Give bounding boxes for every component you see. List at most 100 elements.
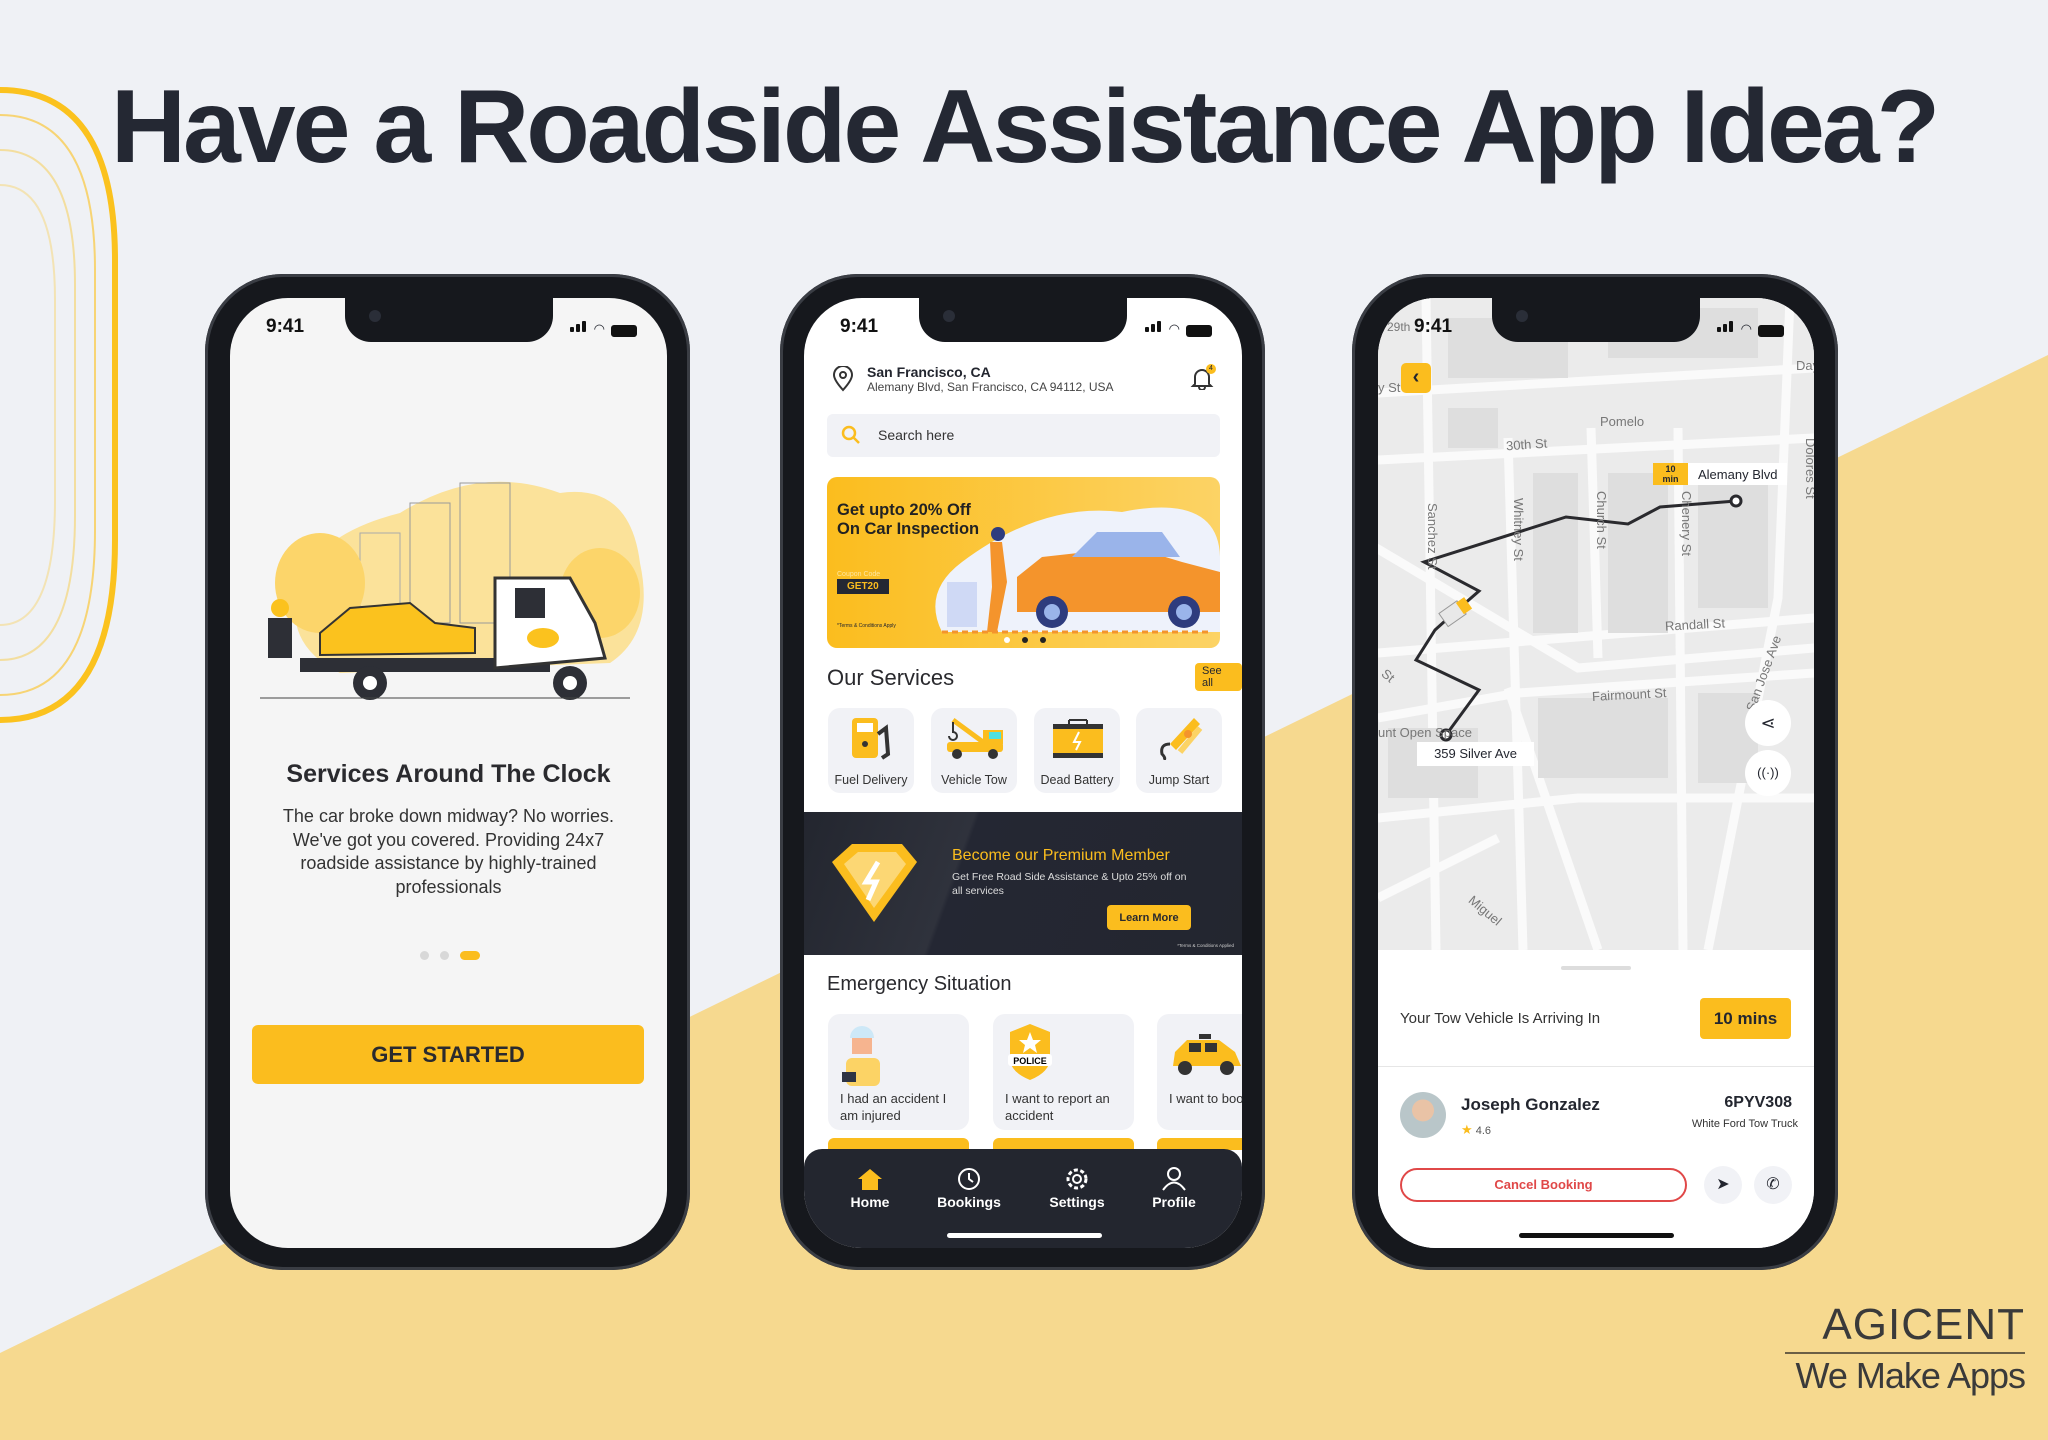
star-icon: ★	[1461, 1122, 1473, 1137]
mechanic-car-illustration	[935, 507, 1220, 634]
carousel-dot-active[interactable]	[1004, 637, 1010, 643]
wifi-icon: ◠	[1740, 321, 1752, 336]
gear-icon	[1066, 1168, 1088, 1190]
get-started-button[interactable]: GET STARTED	[252, 1025, 644, 1084]
nav-bookings[interactable]: Bookings	[934, 1167, 1004, 1210]
page-dot-active[interactable]	[460, 951, 480, 960]
user-icon	[1162, 1167, 1186, 1191]
arriving-text: Your Tow Vehicle Is Arriving In	[1400, 1010, 1601, 1027]
driver-name: Joseph Gonzalez	[1461, 1095, 1600, 1114]
map-label: Chenery St	[1679, 491, 1694, 557]
divider	[1378, 1066, 1814, 1067]
brand-logo: AGICENT We Make Apps	[1785, 1302, 2026, 1398]
notification-bell-icon[interactable]: 4	[1190, 364, 1216, 391]
jumper-clamp-icon	[1160, 718, 1203, 760]
driver-avatar	[1400, 1092, 1446, 1138]
brand-name: AGICENT	[1785, 1302, 2025, 1354]
tracking-screen: 29th 9:41 ◠ ‹ Day y St Pomelo 30th St Do…	[1378, 298, 1814, 1248]
status-time: 9:41	[1414, 316, 1453, 337]
service-fuel-delivery[interactable]: Fuel Delivery	[828, 708, 914, 793]
carousel-dot[interactable]	[1040, 637, 1046, 643]
service-jump-start[interactable]: Jump Start	[1136, 708, 1222, 793]
eta-unit: min	[1662, 474, 1679, 484]
eta-value: 10	[1665, 464, 1676, 474]
map-label: unt Open Space	[1378, 725, 1472, 740]
cancel-booking-button[interactable]: Cancel Booking	[1400, 1168, 1687, 1202]
driver-rating: 4.6	[1475, 1125, 1492, 1137]
status-icons: ◠	[1144, 319, 1212, 337]
learn-more-button[interactable]: Learn More	[1107, 905, 1191, 930]
home-icon	[858, 1169, 882, 1190]
page-dot[interactable]	[440, 951, 449, 960]
status-icons: ◠	[1716, 319, 1784, 337]
service-label: Vehicle Tow	[941, 773, 1007, 787]
nav-label: Settings	[1049, 1194, 1105, 1210]
signal-icon	[1144, 319, 1163, 337]
status-time: 9:41	[266, 316, 305, 337]
phone-tracking: 29th 9:41 ◠ ‹ Day y St Pomelo 30th St Do…	[1352, 274, 1838, 1270]
search-input[interactable]: Search here	[827, 414, 1220, 457]
our-services-title: Our Services	[827, 665, 955, 690]
notification-badge: 4	[1206, 364, 1216, 374]
brand-tagline: We Make Apps	[1795, 1355, 2026, 1396]
vehicle-description: White Ford Tow Truck	[1691, 1118, 1798, 1130]
battery-icon	[1053, 719, 1103, 758]
promo-banner[interactable]: Get upto 20% Off On Car Inspection Coupon…	[827, 477, 1220, 648]
diamond-lightning-icon	[832, 844, 917, 922]
emergency-label: I want to book a ride	[1169, 1091, 1242, 1106]
signal-icon	[1716, 319, 1735, 337]
nav-home[interactable]: Home	[835, 1167, 905, 1210]
map-label: Dolores St	[1803, 438, 1814, 499]
fuel-pump-icon	[852, 718, 891, 760]
injured-person-icon	[842, 1026, 880, 1086]
premium-text: Get Free Road Side Assistance & Upto 25%…	[952, 871, 1187, 897]
service-label: Jump Start	[1148, 773, 1210, 787]
premium-banner[interactable]: Become our Premium Member Get Free Road …	[804, 812, 1242, 955]
promo-terms: *Terms & Conditions Apply	[837, 623, 896, 629]
destination-callout[interactable]: 10 min Alemany Blvd	[1653, 463, 1788, 485]
map[interactable]	[1378, 298, 1814, 950]
service-label: Dead Battery	[1040, 773, 1114, 787]
map-label: Sanchez St	[1425, 503, 1440, 570]
home-indicator	[1519, 1233, 1674, 1238]
phone-icon: ✆	[1766, 1176, 1780, 1193]
search-placeholder: Search here	[878, 427, 955, 443]
taxi-icon	[1173, 1034, 1241, 1075]
page-dot[interactable]	[420, 951, 429, 960]
location-address[interactable]: Alemany Blvd, San Francisco, CA 94112, U…	[867, 380, 1114, 394]
nav-profile[interactable]: Profile	[1139, 1167, 1209, 1210]
sheet-handle[interactable]	[1561, 966, 1631, 970]
emergency-book-ride[interactable]: I want to book a ride	[1157, 1014, 1242, 1130]
share-icon: ⋖	[1760, 713, 1776, 733]
onboarding-title: Services Around The Clock	[286, 760, 611, 788]
map-label: Day	[1796, 358, 1814, 373]
emergency-label: I had an accident I am injured	[840, 1091, 947, 1123]
coupon-code: GET20	[837, 579, 889, 594]
location-title[interactable]: San Francisco, CA	[867, 364, 991, 380]
service-vehicle-tow[interactable]: Vehicle Tow	[931, 708, 1017, 793]
coupon-label: Coupon Code	[837, 571, 881, 578]
broadcast-button[interactable]: ((·))	[1745, 750, 1791, 796]
destination-marker	[1729, 494, 1743, 508]
nav-label: Profile	[1152, 1194, 1196, 1210]
share-button[interactable]: ⋖	[1745, 700, 1791, 746]
phone-onboarding: 9:41 ◠ Services Around The Clock The car…	[205, 274, 690, 1270]
service-dead-battery[interactable]: Dead Battery	[1034, 708, 1120, 793]
onboarding-screen: 9:41 ◠ Services Around The Clock The car…	[230, 298, 667, 1248]
carousel-dot[interactable]	[1022, 637, 1028, 643]
emergency-injured[interactable]: I had an accident I am injured	[828, 1014, 969, 1130]
nav-settings[interactable]: Settings	[1042, 1167, 1112, 1210]
origin-callout[interactable]: 359 Silver Ave	[1417, 742, 1534, 766]
see-all-button[interactable]: See all	[1195, 663, 1242, 691]
emergency-report-accident[interactable]: POLICE I want to report an accident	[993, 1014, 1134, 1130]
navigate-button[interactable]: ➤	[1704, 1166, 1742, 1204]
call-button[interactable]: ✆	[1754, 1166, 1792, 1204]
tow-truck-illustration	[260, 481, 644, 700]
wifi-icon: ◠	[1168, 321, 1180, 336]
nav-label: Bookings	[937, 1194, 1001, 1210]
service-label: Fuel Delivery	[834, 773, 908, 787]
map-label: y St	[1378, 380, 1401, 395]
battery-icon	[1758, 325, 1784, 337]
back-button[interactable]: ‹	[1401, 363, 1431, 393]
tow-truck-icon	[947, 717, 1003, 759]
